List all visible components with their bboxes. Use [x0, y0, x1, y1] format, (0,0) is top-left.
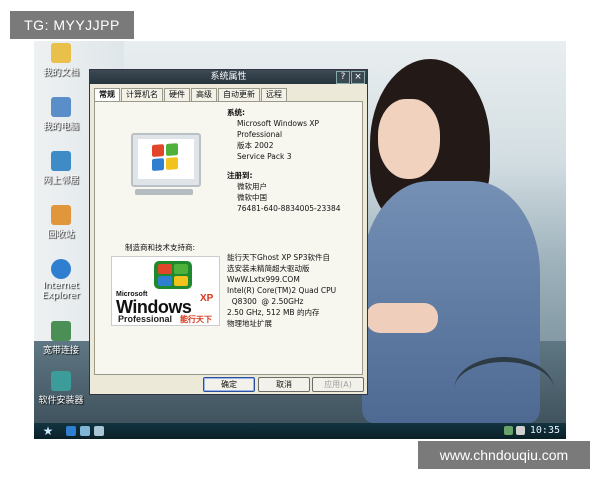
monitor-stand — [135, 189, 193, 195]
computer-monitor-icon — [131, 133, 201, 187]
desktop-icon-broadband[interactable]: 宽带连接 — [34, 321, 88, 356]
desktop-screen: 我的文档 我的电脑 网上邻居 回收站 Internet Explorer 宽带连… — [34, 41, 566, 439]
desktop-icon-label: 网上邻居 — [42, 176, 79, 186]
installer-icon — [51, 371, 71, 391]
wallpaper-person-face — [378, 99, 440, 179]
support-label: 制造商和技术支持商: — [125, 243, 196, 252]
computer-icon — [51, 97, 71, 117]
tab-advanced[interactable]: 高级 — [191, 88, 217, 101]
tab-hardware[interactable]: 硬件 — [164, 88, 190, 101]
desktop-icon-label: 宽带连接 — [42, 346, 79, 356]
tray-network-icon[interactable] — [504, 426, 513, 435]
registered-user: 微软用户 — [237, 182, 267, 191]
quicklaunch-media-icon[interactable] — [94, 426, 104, 436]
desktop-icon-label: 软件安装器 — [38, 396, 84, 406]
oem-info: 能行天下Ghost XP SP3软件自 选安装未精简超大驱动版 WwW.Lxtx… — [227, 252, 336, 329]
tab-automatic-updates[interactable]: 自动更新 — [218, 88, 260, 101]
tab-strip: 常规 计算机名 硬件 高级 自动更新 远程 — [94, 88, 288, 101]
monitor-screen — [138, 139, 194, 179]
wallpaper-chair — [454, 357, 554, 422]
xp-flag-icon — [154, 261, 192, 289]
quicklaunch-ie-icon[interactable] — [66, 426, 76, 436]
cpu-speed: Q8300 @ 2.50GHz — [227, 297, 304, 306]
desktop-icon-network[interactable]: 网上邻居 — [34, 151, 88, 186]
oem-line: 能行天下Ghost XP SP3软件自 — [227, 253, 330, 262]
system-service-pack: Service Pack 3 — [237, 152, 292, 161]
memory-info: 2.50 GHz, 512 MB 的内存 — [227, 308, 320, 317]
start-button[interactable]: ★ — [39, 424, 57, 438]
system-properties-dialog: 系统属性 ? × 常规 计算机名 硬件 高级 自动更新 远程 系统: Micro… — [89, 69, 368, 395]
registered-org: 微软中国 — [237, 193, 267, 202]
general-tab-panel: 系统: Microsoft Windows XP Professional 版本… — [94, 101, 363, 375]
desktop-icon-my-documents[interactable]: 我的文档 — [34, 43, 88, 78]
telegram-tag: TG: MYYJJPP — [10, 11, 134, 39]
desktop-icon-label: 我的文档 — [42, 68, 79, 78]
registered-label: 注册到: — [227, 171, 253, 180]
logo-edition: Professional — [118, 314, 173, 324]
network-icon — [51, 151, 71, 171]
product-id: 76481-640-8834005-23384 — [237, 204, 341, 213]
system-os: Microsoft Windows XP — [237, 119, 320, 128]
documents-folder-icon — [51, 43, 71, 63]
ie-icon — [51, 259, 71, 279]
desktop-icon-label: Internet Explorer — [42, 281, 80, 301]
desktop-icon-my-computer[interactable]: 我的电脑 — [34, 97, 88, 132]
broadband-icon — [51, 321, 71, 341]
dialog-title: 系统属性 — [210, 72, 247, 82]
wallpaper-person-arm — [366, 303, 438, 333]
desktop-icon-label: 回收站 — [47, 230, 75, 240]
cancel-button[interactable]: 取消 — [258, 377, 310, 392]
system-label: 系统: — [227, 108, 245, 117]
desktop-icon-installer[interactable]: 软件安装器 — [34, 371, 88, 406]
apply-button[interactable]: 应用(A) — [312, 377, 364, 392]
tab-general[interactable]: 常规 — [94, 88, 120, 101]
system-info: 系统: Microsoft Windows XP Professional 版本… — [227, 107, 319, 162]
taskbar: ★ 10:35 — [34, 423, 566, 439]
taskbar-clock[interactable]: 10:35 — [530, 424, 560, 438]
cpu-name: Intel(R) Core(TM)2 Quad CPU — [227, 286, 337, 295]
tab-remote[interactable]: 远程 — [261, 88, 287, 101]
tab-computer-name[interactable]: 计算机名 — [121, 88, 163, 101]
site-watermark: www.chndouqiu.com — [418, 441, 590, 469]
tray-volume-icon[interactable] — [516, 426, 525, 435]
registered-info: 注册到: 微软用户 微软中国 76481-640-8834005-23384 — [227, 170, 341, 214]
system-version: 版本 2002 — [237, 141, 274, 150]
oem-website: WwW.Lxtx999.COM — [227, 275, 300, 284]
desktop-icon-internet-explorer[interactable]: Internet Explorer — [34, 259, 88, 301]
recycle-bin-icon — [51, 205, 71, 225]
close-button[interactable]: × — [351, 71, 365, 84]
desktop-icon-label: 我的电脑 — [42, 122, 79, 132]
pae-info: 物理地址扩展 — [227, 319, 272, 328]
dialog-titlebar[interactable]: 系统属性 — [90, 70, 367, 84]
quicklaunch-desktop-icon[interactable] — [80, 426, 90, 436]
logo-tagline: 能行天下 — [180, 315, 212, 324]
logo-xp: XP — [200, 293, 214, 304]
help-button[interactable]: ? — [336, 71, 350, 84]
system-edition: Professional — [237, 130, 283, 139]
windows-flag-icon — [152, 143, 180, 173]
oem-logo: Microsoft Windows XP Professional 能行天下 — [111, 256, 220, 326]
oem-line: 选安装未精简超大驱动版 — [227, 264, 310, 273]
ok-button[interactable]: 确定 — [203, 377, 255, 392]
desktop-icon-recycle-bin[interactable]: 回收站 — [34, 205, 88, 240]
